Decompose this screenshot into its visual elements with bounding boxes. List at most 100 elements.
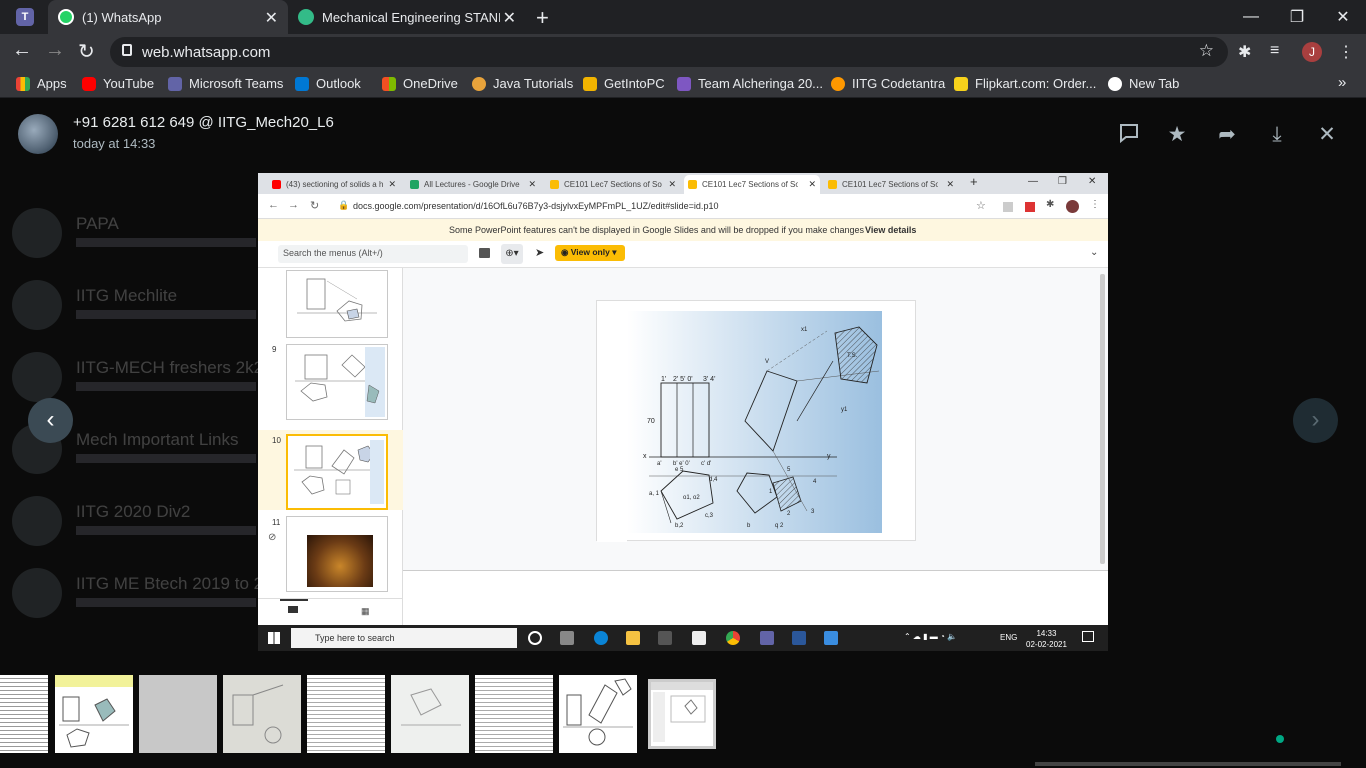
back-icon[interactable]: ← [12, 39, 32, 62]
bookmark-label: YouTube [103, 76, 155, 91]
puzzle-icon: ✱ [1046, 199, 1055, 210]
media-thumbnail[interactable] [391, 675, 469, 753]
tab-whatsapp[interactable]: (1) WhatsApp ✕ [48, 0, 288, 34]
slide-filmstrip: 9 10 11 ⊘ ▦ [258, 268, 403, 625]
attachment-icon: ⊘ [268, 532, 277, 543]
profile-avatar[interactable]: J [1302, 42, 1322, 62]
forward-icon[interactable]: → [45, 39, 65, 62]
bookmark-java-tutorials[interactable]: Java Tutorials [472, 76, 573, 91]
screenshot-tab: All Lectures - Google Drive ✕ [406, 175, 540, 194]
screenshot-tab-title: (43) sectioning of solids a h [286, 180, 384, 189]
close-window-button[interactable]: ✕ [1320, 0, 1366, 34]
view-details-link: View details [865, 225, 917, 235]
status-dot [1276, 735, 1284, 743]
close-tab-icon[interactable]: ✕ [265, 8, 278, 28]
new-tab-button[interactable]: + [536, 5, 549, 31]
media-thumbnail[interactable] [475, 675, 553, 753]
minimize-button[interactable]: — [1228, 0, 1274, 34]
bookmark-outlook[interactable]: Outlook [295, 76, 361, 91]
minimize-icon: — [1028, 176, 1038, 187]
youtube-icon [272, 180, 281, 189]
screenshot-tab-title: CE101 Lec7 Sections of Soli [564, 180, 662, 189]
chat-preview [76, 310, 256, 319]
apps-grid-icon [16, 76, 30, 91]
media-thumbnail[interactable] [0, 675, 48, 753]
avatar [12, 352, 62, 402]
slide-thumbnail [286, 270, 388, 338]
extension-icon [1003, 202, 1013, 212]
download-icon[interactable]: ⤓ [1264, 122, 1290, 148]
chrome-icon [726, 631, 740, 645]
slide-label: 3' 4' [703, 376, 715, 383]
filmstrip-view-toggle: ▦ [258, 598, 403, 625]
zoom-icon: ⊕▾ [501, 244, 523, 264]
next-media-button[interactable]: › [1293, 398, 1338, 443]
bookmark-youtube[interactable]: YouTube [82, 76, 154, 91]
extensions-icon[interactable]: ✱ [1238, 42, 1251, 62]
bookmark-flipkart[interactable]: Flipkart.com: Order... [954, 76, 1096, 91]
media-thumbnail[interactable] [139, 675, 217, 753]
bookmark-star-icon[interactable]: ☆ [1199, 41, 1214, 61]
menu-icon[interactable]: ⋮ [1338, 42, 1354, 62]
list-view-icon [288, 606, 298, 613]
reload-icon[interactable]: ↻ [78, 39, 95, 64]
bookmark-onedrive[interactable]: OneDrive [382, 76, 458, 91]
media-thumbnail-current[interactable] [648, 679, 716, 749]
bookmark-microsoft-teams[interactable]: Microsoft Teams [168, 76, 283, 91]
address-bar[interactable]: web.whatsapp.com ☆ [110, 37, 1228, 67]
extension-icon [1025, 202, 1035, 212]
slide: 1' 2' 5' 0' 3' 4' 70 x y a' b' e' 0' c' … [596, 300, 916, 542]
tab-mechanical-engineering[interactable]: Mechanical Engineering STANDA ✕ [288, 0, 526, 34]
maximize-icon: ❐ [1058, 176, 1067, 187]
globe-icon [298, 9, 314, 25]
media-thumbnail[interactable] [223, 675, 301, 753]
forward-icon[interactable]: ➦ [1214, 122, 1240, 148]
previous-media-button[interactable]: ‹ [28, 398, 73, 443]
bookmarks-overflow-icon[interactable]: » [1338, 74, 1346, 91]
forward-icon: → [288, 199, 299, 211]
bookmark-team-alcheringa[interactable]: Team Alcheringa 20... [677, 76, 823, 91]
media-thumbnail[interactable] [307, 675, 385, 753]
reply-icon[interactable] [1116, 122, 1142, 148]
dropbox-icon [692, 631, 706, 645]
teams-icon[interactable]: T [16, 8, 34, 26]
list-view-underline [280, 599, 308, 601]
media-control-icon[interactable]: ≡ [1270, 42, 1279, 60]
menu-icon: ⋮ [1090, 199, 1100, 210]
media-thumbnail[interactable] [559, 675, 637, 753]
language-indicator: ENG [1000, 633, 1018, 642]
chat-preview [76, 238, 256, 247]
slide-label: b,2 [675, 523, 684, 529]
chat-name: Mech Important Links [76, 430, 239, 449]
chat-preview [76, 454, 256, 463]
close-tab-icon[interactable]: ✕ [503, 8, 516, 28]
slide-number: 10 [272, 436, 281, 445]
horizontal-scrollbar[interactable] [1035, 762, 1341, 766]
chat-name: IITG 2020 Div2 [76, 502, 191, 521]
clock-time: 14:33 [1036, 629, 1057, 638]
slide-label: T.S. [847, 353, 858, 359]
slide-label: 70 [647, 418, 655, 425]
lock-icon [122, 44, 132, 56]
slide-label: x1 [801, 327, 808, 333]
profile-avatar [1066, 200, 1079, 213]
media-thumbnail[interactable] [55, 675, 133, 753]
bookmark-iitg-codetantra[interactable]: IITG Codetantra [831, 76, 945, 91]
bookmark-label: GetIntoPC [604, 76, 665, 91]
bookmark-label: New Tab [1129, 76, 1180, 91]
maximize-button[interactable]: ❐ [1274, 0, 1320, 34]
tab-title: Mechanical Engineering STANDA [322, 9, 500, 25]
canvas-scrollbar [1100, 274, 1105, 564]
bookmark-apps[interactable]: Apps [16, 76, 67, 91]
chat-name: IITG-MECH freshers 2k20 [76, 358, 273, 377]
bookmark-new-tab[interactable]: New Tab [1108, 76, 1179, 91]
media-image: (43) sectioning of solids a h ✕ All Lectu… [258, 173, 1108, 651]
youtube-icon [82, 76, 96, 91]
close-icon[interactable]: ✕ [1314, 122, 1340, 148]
bookmark-getintopc[interactable]: GetIntoPC [583, 76, 665, 91]
star-icon[interactable]: ★ [1164, 122, 1190, 148]
bookmark-label: Team Alcheringa 20... [698, 76, 824, 91]
slide-label: 1' [661, 376, 666, 383]
taskbar-clock: 14:33 02-02-2021 [1026, 628, 1067, 650]
flipkart-icon [954, 76, 968, 91]
